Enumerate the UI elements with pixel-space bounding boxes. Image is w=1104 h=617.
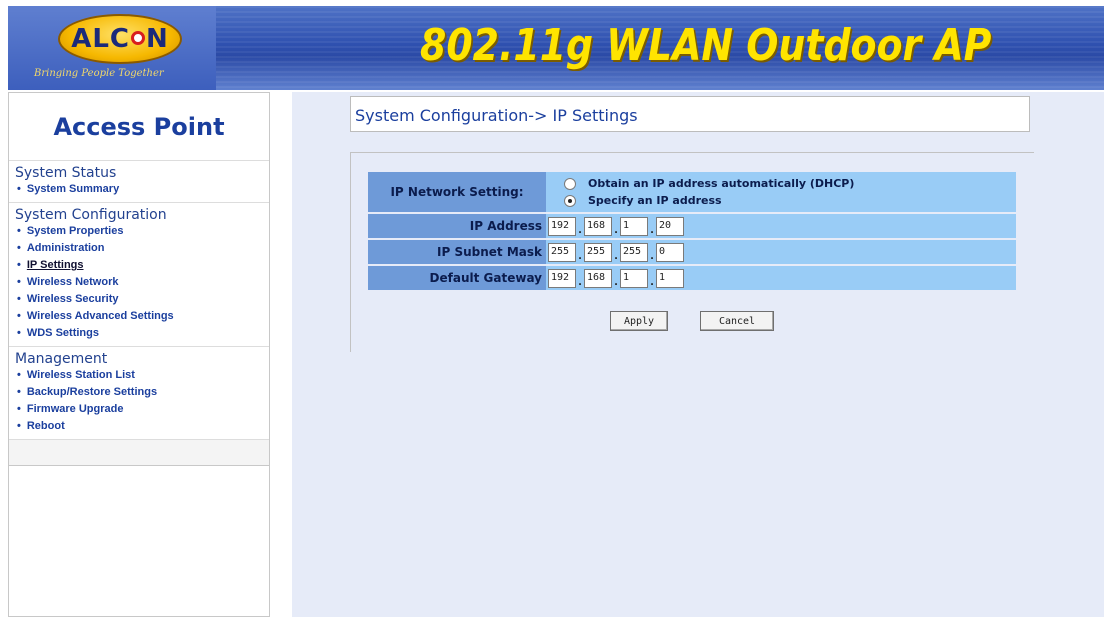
gateway-label: Default Gateway xyxy=(368,266,546,290)
sidebar-item-wireless-network[interactable]: Wireless Network xyxy=(17,274,269,291)
sidebar-item-label[interactable]: Wireless Network xyxy=(27,276,119,288)
apply-button[interactable]: Apply xyxy=(610,311,668,331)
ip-network-setting-label: IP Network Setting: xyxy=(368,172,546,212)
sidebar-item-label[interactable]: Administration xyxy=(27,242,105,254)
sidebar-item-wireless-advanced-settings[interactable]: Wireless Advanced Settings xyxy=(17,308,269,325)
section-system-configuration: System Configuration System Properties A… xyxy=(9,203,269,347)
static-ip-option[interactable]: Specify an IP address xyxy=(550,192,1016,209)
logo-dot-icon xyxy=(131,30,145,45)
octet-separator: . xyxy=(578,222,582,236)
main-content: System Configuration-> IP Settings IP Ne… xyxy=(292,92,1104,617)
section-title: System Configuration xyxy=(15,207,167,223)
sidebar-footer xyxy=(9,440,269,466)
sidebar-item-label[interactable]: System Summary xyxy=(27,183,119,195)
octet-separator: . xyxy=(650,248,654,262)
sidebar-header: Access Point xyxy=(9,93,269,161)
dhcp-radio[interactable] xyxy=(564,177,576,190)
ip-address-label: IP Address xyxy=(368,214,546,238)
subnet-mask-octet-4[interactable]: 0 xyxy=(656,242,684,262)
octet-separator: . xyxy=(614,222,618,236)
tagline: Bringing People Together xyxy=(34,68,164,79)
sidebar-item-label[interactable]: Reboot xyxy=(27,420,65,432)
subnet-mask-octet-3[interactable]: 255 xyxy=(620,242,648,262)
sidebar-item-label[interactable]: Wireless Advanced Settings xyxy=(27,310,174,322)
octet-separator: . xyxy=(578,274,582,288)
dhcp-option[interactable]: Obtain an IP address automatically (DHCP… xyxy=(550,175,1016,192)
alcon-logo: ALC N xyxy=(58,14,182,64)
sidebar-item-label[interactable]: IP Settings xyxy=(27,259,84,271)
sidebar-item-label[interactable]: WDS Settings xyxy=(27,327,99,339)
logo-area: ALC N Bringing People Together xyxy=(8,6,216,90)
octet-separator: . xyxy=(650,222,654,236)
ip-address-octet-4[interactable]: 20 xyxy=(656,216,684,236)
gateway-octet-4[interactable]: 1 xyxy=(656,268,684,288)
static-ip-radio[interactable] xyxy=(564,194,576,207)
sidebar-item-label[interactable]: Wireless Security xyxy=(27,293,119,305)
ip-address-octet-2[interactable]: 168 xyxy=(584,216,612,236)
ip-network-setting-row: IP Network Setting: Obtain an IP address… xyxy=(368,172,1016,212)
sidebar-item-backup-restore[interactable]: Backup/Restore Settings xyxy=(17,384,269,401)
octet-separator: . xyxy=(650,274,654,288)
section-system-status: System Status System Summary xyxy=(9,161,269,203)
sidebar-item-wds-settings[interactable]: WDS Settings xyxy=(17,325,269,342)
logo-text: ALC N xyxy=(71,24,169,54)
sidebar-item-wireless-station-list[interactable]: Wireless Station List xyxy=(17,367,269,384)
sidebar-item-wireless-security[interactable]: Wireless Security xyxy=(17,291,269,308)
sidebar-item-label[interactable]: Backup/Restore Settings xyxy=(27,386,157,398)
octet-separator: . xyxy=(614,248,618,262)
subnet-mask-octet-2[interactable]: 255 xyxy=(584,242,612,262)
logo-text-left: ALC xyxy=(71,24,130,54)
dhcp-option-label[interactable]: Obtain an IP address automatically (DHCP… xyxy=(588,177,854,190)
ip-address-octet-3[interactable]: 1 xyxy=(620,216,648,236)
header-banner: ALC N Bringing People Together 802.11g WL… xyxy=(8,6,1104,90)
ip-settings-form: IP Network Setting: Obtain an IP address… xyxy=(368,170,1016,292)
ip-address-row: IP Address 192. 168. 1. 20 xyxy=(368,214,1016,238)
sidebar-item-label[interactable]: Firmware Upgrade xyxy=(27,403,124,415)
sidebar: Access Point System Status System Summar… xyxy=(8,92,270,617)
gateway-row: Default Gateway 192. 168. 1. 1 xyxy=(368,266,1016,290)
sidebar-item-ip-settings[interactable]: IP Settings xyxy=(17,257,269,274)
subnet-mask-octet-1[interactable]: 255 xyxy=(548,242,576,262)
cancel-button[interactable]: Cancel xyxy=(700,311,774,331)
sidebar-item-system-properties[interactable]: System Properties xyxy=(17,223,269,240)
subnet-mask-field: 255. 255. 255. 0 xyxy=(548,240,1016,264)
subnet-mask-label: IP Subnet Mask xyxy=(368,240,546,264)
ip-network-setting-options: Obtain an IP address automatically (DHCP… xyxy=(546,172,1016,212)
sidebar-item-label[interactable]: System Properties xyxy=(27,225,124,237)
sidebar-item-system-summary[interactable]: System Summary xyxy=(17,181,269,198)
section-title: System Status xyxy=(15,165,117,181)
gateway-octet-1[interactable]: 192 xyxy=(548,268,576,288)
section-management: Management Wireless Station List Backup/… xyxy=(9,347,269,440)
page-title: System Configuration-> IP Settings xyxy=(355,106,638,125)
octet-separator: . xyxy=(578,248,582,262)
sidebar-item-administration[interactable]: Administration xyxy=(17,240,269,257)
section-title: Management xyxy=(15,351,108,367)
gateway-octet-2[interactable]: 168 xyxy=(584,268,612,288)
gateway-octet-3[interactable]: 1 xyxy=(620,268,648,288)
octet-separator: . xyxy=(614,274,618,288)
subnet-mask-row: IP Subnet Mask 255. 255. 255. 0 xyxy=(368,240,1016,264)
ip-address-field: 192. 168. 1. 20 xyxy=(548,214,1016,238)
sidebar-item-reboot[interactable]: Reboot xyxy=(17,418,269,435)
sidebar-title: Access Point xyxy=(53,112,225,141)
sidebar-item-label[interactable]: Wireless Station List xyxy=(27,369,135,381)
sidebar-item-firmware-upgrade[interactable]: Firmware Upgrade xyxy=(17,401,269,418)
logo-text-right: N xyxy=(146,24,169,54)
ip-address-octet-1[interactable]: 192 xyxy=(548,216,576,236)
breadcrumb: System Configuration-> IP Settings xyxy=(350,96,1030,132)
static-ip-option-label[interactable]: Specify an IP address xyxy=(588,194,722,207)
product-title: 802.11g WLAN Outdoor AP xyxy=(420,20,992,71)
gateway-field: 192. 168. 1. 1 xyxy=(548,266,1016,290)
